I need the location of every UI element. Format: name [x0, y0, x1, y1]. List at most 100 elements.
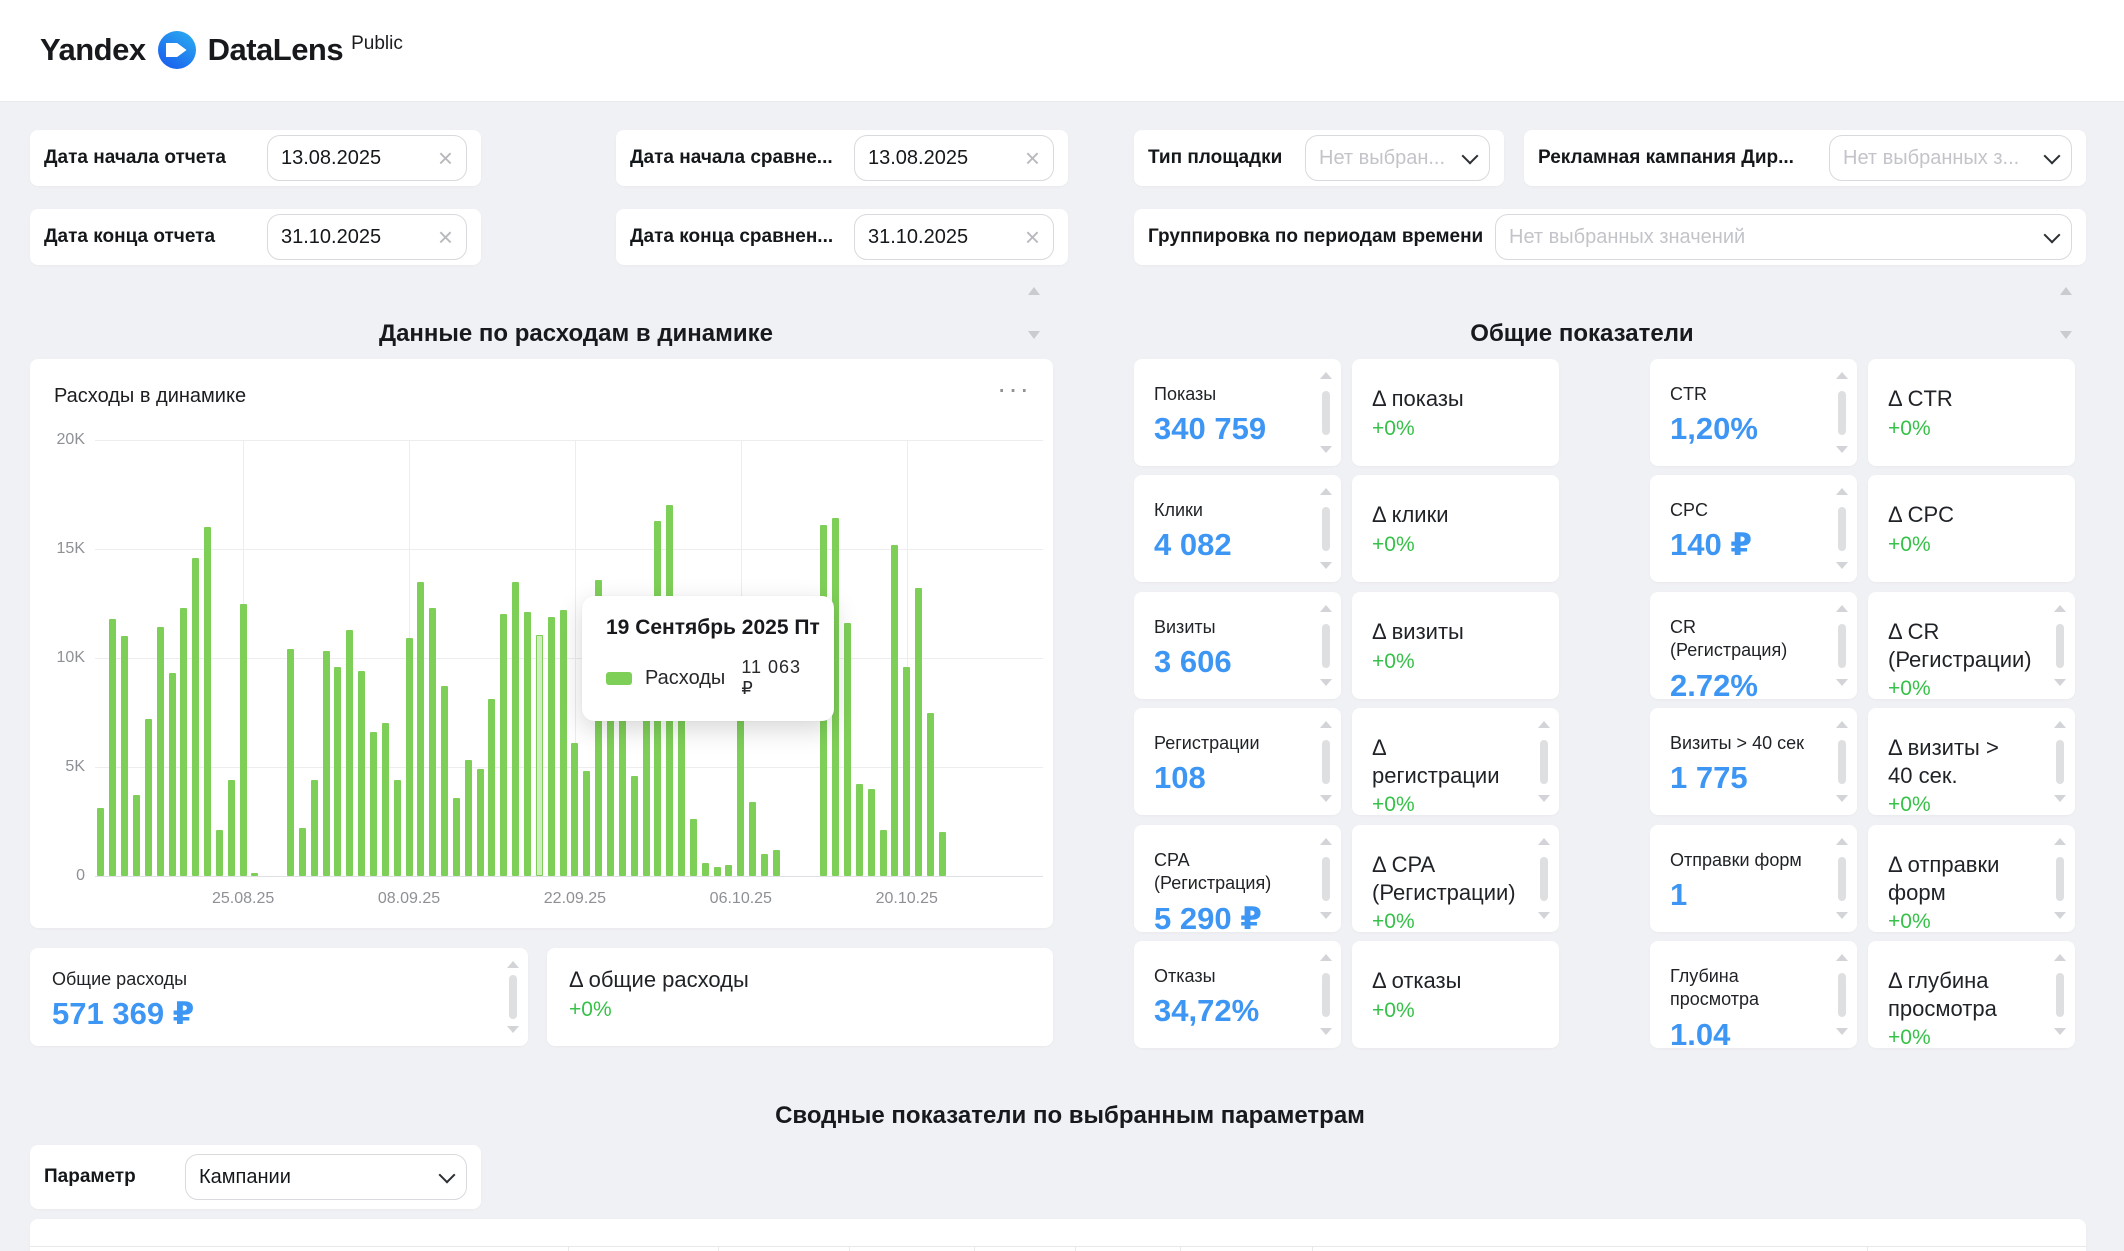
scroll-down-icon[interactable]	[1836, 562, 1848, 569]
scroll-up-icon[interactable]	[507, 961, 519, 968]
scroll-down-icon[interactable]	[1538, 912, 1550, 919]
bar[interactable]	[465, 760, 472, 876]
scroll-thumb[interactable]	[2056, 740, 2064, 784]
bar[interactable]	[891, 545, 898, 876]
bar[interactable]	[311, 780, 318, 876]
scroll-up-icon[interactable]	[2054, 954, 2066, 961]
bar[interactable]	[169, 673, 176, 876]
scroll-up-icon[interactable]	[1028, 287, 1040, 295]
card-scrollbar[interactable]	[1319, 721, 1333, 802]
scroll-thumb[interactable]	[1322, 624, 1330, 668]
scroll-down-icon[interactable]	[1836, 912, 1848, 919]
scroll-thumb[interactable]	[2056, 857, 2064, 901]
clear-icon[interactable]: ×	[1025, 224, 1040, 250]
card-scrollbar[interactable]	[1319, 954, 1333, 1035]
bar[interactable]	[334, 667, 341, 876]
bar[interactable]	[394, 780, 401, 876]
bar[interactable]	[500, 614, 507, 876]
scroll-up-icon[interactable]	[2054, 838, 2066, 845]
bar[interactable]	[228, 780, 235, 876]
scroll-down-icon[interactable]	[2054, 1028, 2066, 1035]
scroll-up-icon[interactable]	[1320, 488, 1332, 495]
card-scrollbar[interactable]	[1835, 372, 1849, 453]
scroll-down-icon[interactable]	[1320, 562, 1332, 569]
scroll-down-icon[interactable]	[1538, 795, 1550, 802]
bar[interactable]	[346, 630, 353, 876]
bar[interactable]	[749, 802, 756, 876]
scroll-thumb[interactable]	[1838, 391, 1846, 435]
scroll-up-icon[interactable]	[2060, 287, 2072, 295]
card-scrollbar[interactable]	[2053, 605, 2067, 686]
scroll-up-icon[interactable]	[1320, 954, 1332, 961]
bar[interactable]	[643, 710, 650, 876]
scroll-down-icon[interactable]	[1836, 446, 1848, 453]
bar[interactable]	[844, 623, 851, 876]
bar[interactable]	[382, 723, 389, 876]
scroll-up-icon[interactable]	[2054, 721, 2066, 728]
bar[interactable]	[133, 795, 140, 876]
start-compare-date-input[interactable]: 13.08.2025 ×	[854, 135, 1054, 181]
card-scrollbar[interactable]	[1537, 721, 1551, 802]
card-scrollbar[interactable]	[1537, 838, 1551, 919]
clear-icon[interactable]: ×	[1025, 145, 1040, 171]
bar[interactable]	[880, 830, 887, 876]
scroll-thumb[interactable]	[1838, 857, 1846, 901]
scroll-down-icon[interactable]	[507, 1026, 519, 1033]
bar[interactable]	[927, 713, 934, 877]
scroll-thumb[interactable]	[2056, 973, 2064, 1017]
section-scrollbar[interactable]	[2058, 285, 2074, 341]
bar[interactable]	[406, 638, 413, 876]
bar[interactable]	[702, 863, 709, 876]
bar[interactable]	[560, 610, 567, 876]
campaign-select[interactable]: Нет выбранных з...	[1829, 135, 2072, 181]
scroll-thumb[interactable]	[1838, 507, 1846, 551]
bar[interactable]	[287, 649, 294, 876]
site-type-select[interactable]: Нет выбран...	[1305, 135, 1490, 181]
scroll-up-icon[interactable]	[1320, 721, 1332, 728]
scroll-down-icon[interactable]	[1836, 795, 1848, 802]
card-scrollbar[interactable]	[1319, 488, 1333, 569]
scroll-thumb[interactable]	[1322, 507, 1330, 551]
start-report-date-input[interactable]: 13.08.2025 ×	[267, 135, 467, 181]
card-scrollbar[interactable]	[1319, 605, 1333, 686]
end-compare-date-input[interactable]: 31.10.2025 ×	[854, 214, 1054, 260]
card-scrollbar[interactable]	[1835, 488, 1849, 569]
scroll-thumb[interactable]	[1838, 624, 1846, 668]
parameter-select[interactable]: Кампании	[185, 1154, 467, 1200]
bar[interactable]	[97, 808, 104, 876]
bar[interactable]	[619, 697, 626, 876]
scroll-down-icon[interactable]	[2054, 679, 2066, 686]
grouping-select[interactable]: Нет выбранных значений	[1495, 214, 2072, 260]
card-scrollbar[interactable]	[1319, 838, 1333, 919]
card-scrollbar[interactable]	[1835, 954, 1849, 1035]
scroll-thumb[interactable]	[2056, 624, 2064, 668]
scroll-thumb[interactable]	[1322, 740, 1330, 784]
scroll-up-icon[interactable]	[1836, 721, 1848, 728]
scroll-down-icon[interactable]	[1320, 795, 1332, 802]
bar[interactable]	[903, 667, 910, 876]
card-scrollbar[interactable]	[2053, 721, 2067, 802]
bar[interactable]	[536, 635, 543, 876]
card-scrollbar[interactable]	[1835, 721, 1849, 802]
scroll-thumb[interactable]	[1838, 740, 1846, 784]
scroll-down-icon[interactable]	[2054, 795, 2066, 802]
bar[interactable]	[488, 699, 495, 876]
scroll-thumb[interactable]	[1322, 973, 1330, 1017]
bar[interactable]	[180, 608, 187, 876]
bar[interactable]	[939, 832, 946, 876]
bar[interactable]	[370, 732, 377, 876]
scroll-down-icon[interactable]	[1320, 446, 1332, 453]
scroll-thumb[interactable]	[1838, 973, 1846, 1017]
card-scrollbar[interactable]	[1835, 838, 1849, 919]
section-scrollbar[interactable]	[1026, 285, 1042, 341]
clear-icon[interactable]: ×	[438, 145, 453, 171]
bar[interactable]	[583, 771, 590, 876]
bar[interactable]	[192, 558, 199, 876]
scroll-down-icon[interactable]	[1836, 679, 1848, 686]
bar[interactable]	[109, 619, 116, 876]
scroll-up-icon[interactable]	[1320, 372, 1332, 379]
scroll-up-icon[interactable]	[1836, 372, 1848, 379]
scroll-up-icon[interactable]	[1320, 605, 1332, 612]
bar[interactable]	[915, 588, 922, 876]
bar[interactable]	[868, 789, 875, 876]
